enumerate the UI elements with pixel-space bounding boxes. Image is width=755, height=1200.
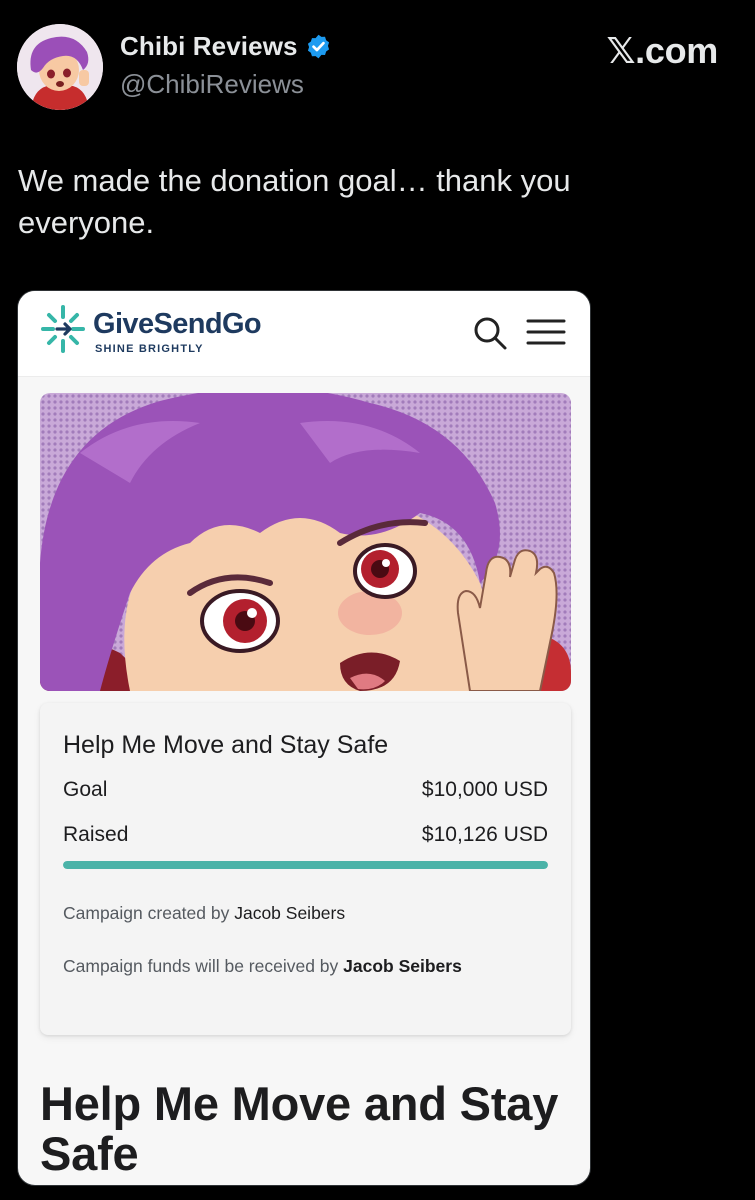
hamburger-menu-icon[interactable] — [524, 315, 568, 349]
campaign-title[interactable]: Help Me Move and Stay Safe — [63, 731, 388, 760]
raised-value: $10,126 USD — [421, 823, 548, 846]
created-by-line: Campaign created by Jacob Seibers — [63, 903, 345, 924]
verified-badge-icon — [307, 34, 329, 59]
tweet-text: We made the donation goal… thank you eve… — [18, 163, 571, 240]
brand-name[interactable]: GiveSendGo — [93, 308, 262, 341]
givesendgo-logo-icon[interactable] — [40, 303, 86, 355]
creator-name[interactable]: Jacob Seibers — [234, 903, 345, 923]
recipient-name[interactable]: Jacob Seibers — [343, 956, 462, 976]
site-header: GiveSendGo SHINE BRIGHTLY — [18, 291, 590, 377]
search-icon[interactable] — [470, 313, 510, 353]
brand-tagline: SHINE BRIGHTLY — [95, 343, 204, 355]
funding-progress-bar — [63, 861, 548, 869]
funds-prefix: Campaign funds will be received by — [63, 956, 344, 976]
embedded-screenshot[interactable]: GiveSendGo SHINE BRIGHTLY Help Me Move a… — [17, 290, 591, 1186]
avatar[interactable] — [17, 24, 103, 110]
funds-recipient-line: Campaign funds will be received by Jacob… — [63, 956, 462, 977]
goal-value: $10,000 USD — [421, 778, 548, 801]
created-by-prefix: Campaign created by — [63, 903, 235, 923]
display-name[interactable]: Chibi Reviews — [120, 31, 298, 62]
campaign-image[interactable] — [40, 393, 571, 691]
funding-progress-fill — [63, 861, 548, 869]
raised-label: Raised — [63, 823, 129, 846]
user-handle[interactable]: @ChibiReviews — [120, 69, 304, 100]
goal-label: Goal — [63, 778, 108, 801]
site-label: 𝕏.com — [606, 30, 718, 71]
page-title: Help Me Move and Stay Safe — [40, 1077, 559, 1180]
campaign-summary-card: Help Me Move and Stay Safe Goal $10,000 … — [40, 703, 571, 1035]
